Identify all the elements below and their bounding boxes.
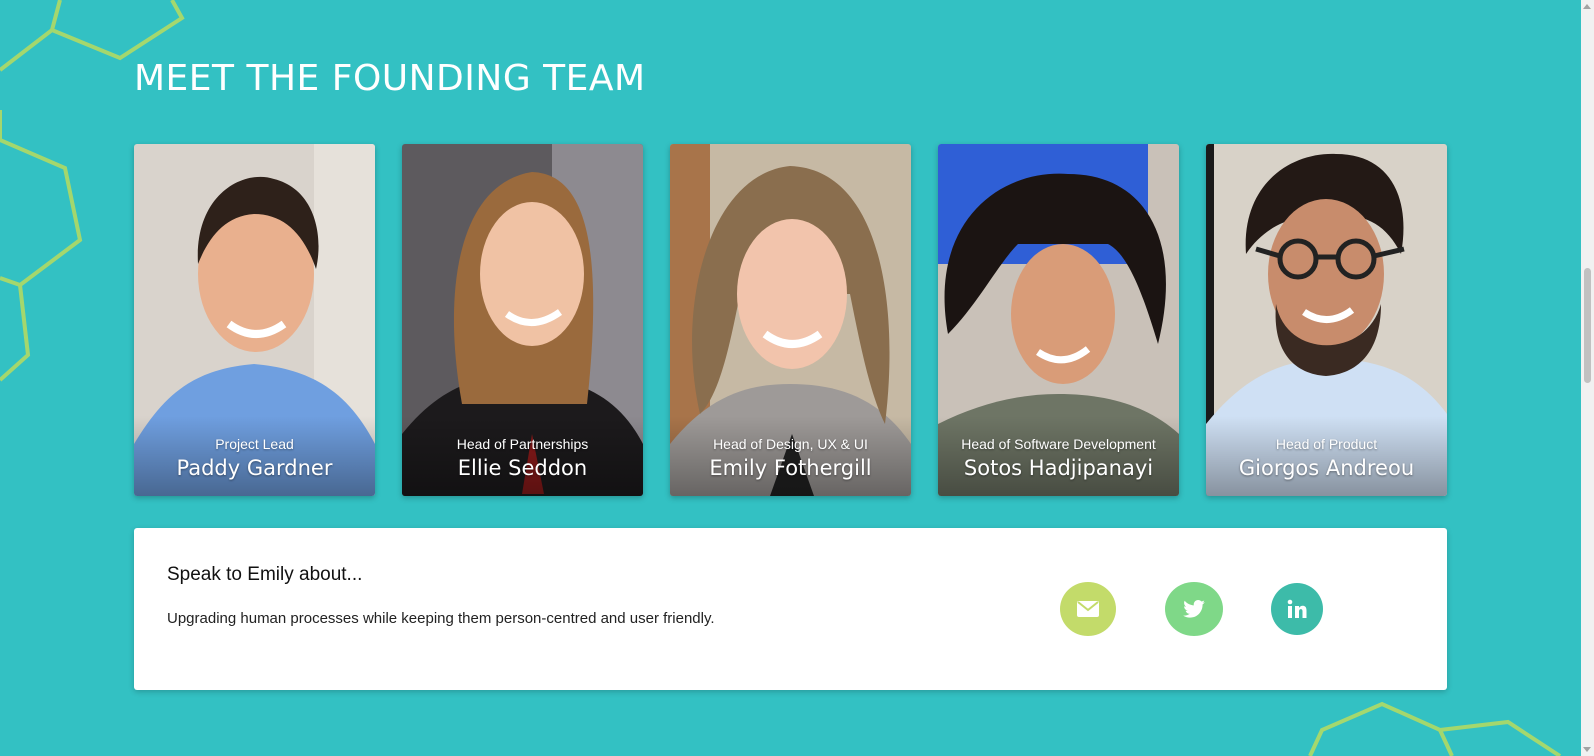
team-member-name: Paddy Gardner — [176, 456, 333, 480]
card-caption: Head of Product Giorgos Andreou — [1206, 416, 1447, 496]
card-caption: Head of Partnerships Ellie Seddon — [402, 416, 643, 496]
twitter-button[interactable] — [1165, 582, 1223, 636]
team-member-role: Head of Partnerships — [456, 436, 589, 452]
team-card[interactable]: Head of Product Giorgos Andreou — [1206, 144, 1447, 496]
team-member-role: Project Lead — [215, 436, 294, 452]
detail-description: Upgrading human processes while keeping … — [167, 610, 715, 627]
scroll-down-arrow-icon[interactable] — [1583, 747, 1591, 752]
team-member-name: Giorgos Andreou — [1238, 456, 1415, 480]
member-detail-panel: Speak to Emily about... Upgrading human … — [134, 528, 1447, 690]
linkedin-icon — [1287, 599, 1307, 618]
page-title: MEET THE FOUNDING TEAM — [134, 58, 646, 99]
team-card[interactable]: Head of Software Development Sotos Hadji… — [938, 144, 1179, 496]
team-card[interactable]: Project Lead Paddy Gardner — [134, 144, 375, 496]
linkedin-button[interactable] — [1271, 583, 1323, 635]
envelope-icon — [1077, 601, 1099, 617]
team-member-name: Sotos Hadjipanayi — [963, 456, 1154, 480]
team-member-role: Head of Product — [1275, 436, 1378, 452]
team-member-role: Head of Design, UX & UI — [713, 436, 868, 452]
email-button[interactable] — [1060, 582, 1116, 636]
card-caption: Project Lead Paddy Gardner — [134, 416, 375, 496]
detail-heading: Speak to Emily about... — [167, 564, 363, 585]
scroll-thumb[interactable] — [1584, 268, 1591, 383]
scroll-up-arrow-icon[interactable] — [1583, 4, 1591, 9]
team-member-role: Head of Software Development — [961, 436, 1156, 452]
team-card[interactable]: Head of Design, UX & UI Emily Fothergill — [670, 144, 911, 496]
card-caption: Head of Design, UX & UI Emily Fothergill — [670, 416, 911, 496]
team-card[interactable]: Head of Partnerships Ellie Seddon — [402, 144, 643, 496]
card-caption: Head of Software Development Sotos Hadji… — [938, 416, 1179, 496]
team-member-name: Emily Fothergill — [709, 456, 872, 480]
team-member-name: Ellie Seddon — [457, 456, 588, 480]
twitter-icon — [1183, 600, 1205, 618]
team-cards: Project Lead Paddy Gardner Head of Partn… — [134, 144, 1447, 496]
page-scrollbar[interactable] — [1581, 0, 1594, 756]
